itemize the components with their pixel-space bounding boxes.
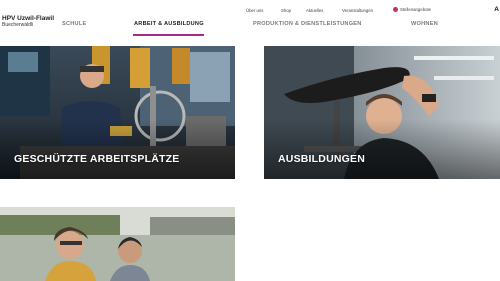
language-switch[interactable]: A (494, 6, 499, 13)
nav-link-stellenangebote[interactable]: Stellenangebote (393, 7, 431, 12)
tile-team[interactable] (0, 207, 235, 281)
tile-ausbildungen[interactable]: AUSBILDUNGEN (264, 46, 500, 179)
team-photo (0, 207, 235, 281)
nav-link-aktuelles[interactable]: Aktuelles (306, 8, 323, 13)
nav-link-ueber-uns[interactable]: Über uns (246, 8, 263, 13)
tile-caption: AUSBILDUNGEN (278, 153, 365, 165)
nav-link-shop[interactable]: Shop (281, 8, 291, 13)
main-nav-arbeit-ausbildung[interactable]: ARBEIT & AUSBILDUNG (134, 21, 204, 27)
main-nav-schule[interactable]: SCHULE (62, 21, 87, 27)
jobs-dot-icon (393, 7, 398, 12)
main-nav-wohnen[interactable]: WOHNEN (411, 21, 438, 27)
main-nav: SCHULE ARBEIT & AUSBILDUNG PRODUKTION & … (0, 21, 500, 39)
main-nav-produktion[interactable]: PRODUKTION & DIENSTLEISTUNGEN (253, 21, 362, 27)
tile-geschuetzte-arbeitsplaetze[interactable]: GESCHÜTZTE ARBEITSPLÄTZE (0, 46, 235, 179)
nav-link-veranstaltungen[interactable]: Veranstaltungen (342, 8, 373, 13)
jobs-label: Stellenangebote (400, 7, 432, 12)
tile-caption: GESCHÜTZTE ARBEITSPLÄTZE (14, 153, 180, 165)
active-nav-underline (133, 34, 204, 36)
